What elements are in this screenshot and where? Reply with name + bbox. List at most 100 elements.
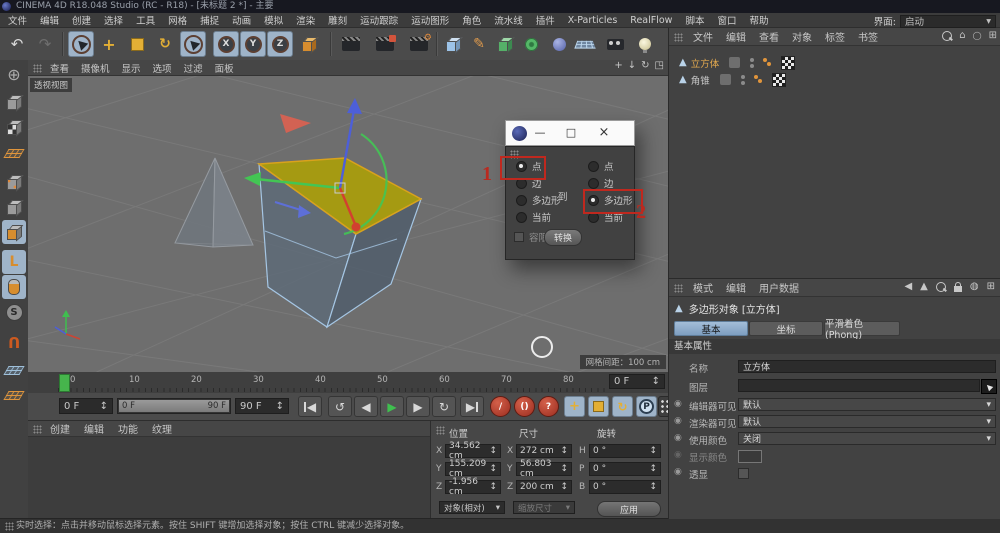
polygons-mode-button[interactable] (2, 220, 26, 244)
size-z-field[interactable]: 200 cm↕ (516, 480, 572, 494)
layer-field[interactable] (738, 379, 980, 392)
vp-menu-view[interactable]: 查看 (50, 61, 69, 75)
mat-menu-texture[interactable]: 纹理 (152, 421, 172, 436)
interface-dropdown[interactable]: 启动 ▾ (900, 15, 996, 28)
size-x-field[interactable]: 272 cm↕ (516, 444, 572, 458)
attr-menu-edit[interactable]: 编辑 (726, 280, 746, 295)
view-label[interactable]: 透视视图 (30, 78, 72, 92)
goto-prev-key-button[interactable]: ↺ (328, 396, 352, 417)
menu-sculpt[interactable]: 雕刻 (328, 13, 347, 27)
dolly-view-icon[interactable]: ↓ (628, 60, 636, 71)
menu-script[interactable]: 脚本 (685, 13, 704, 27)
menu-character[interactable]: 角色 (462, 13, 481, 27)
primitive-cube-button[interactable] (440, 31, 466, 57)
environment-button[interactable] (546, 31, 572, 57)
om-menu-tags[interactable]: 标签 (825, 29, 845, 44)
workplane-grid-button[interactable] (2, 358, 26, 382)
home-icon[interactable]: ⌂ (959, 30, 965, 41)
om-menu-file[interactable]: 文件 (693, 29, 713, 44)
om-menu-edit[interactable]: 编辑 (726, 29, 746, 44)
panel-drag-handle[interactable] (33, 425, 42, 434)
pyramid-object[interactable] (175, 158, 253, 247)
filter-eye-icon[interactable]: ◯ (973, 31, 982, 40)
tab-coordinates[interactable]: 坐标 (749, 321, 823, 336)
size-y-field[interactable]: 56.803 cm↕ (516, 462, 572, 476)
selection-tag-icon[interactable] (762, 57, 773, 68)
last-used-tool[interactable] (180, 31, 206, 57)
rot-p-field[interactable]: 0 °↕ (589, 462, 661, 476)
mat-menu-function[interactable]: 功能 (118, 421, 138, 436)
render-visible-dropdown[interactable]: 默认▾ (738, 415, 996, 428)
anim-dot-icon[interactable]: ◉ (674, 433, 682, 443)
anim-dot-icon[interactable]: ◉ (674, 416, 682, 426)
render-view-button[interactable] (338, 31, 364, 57)
layer-picker-button[interactable] (981, 379, 997, 394)
render-picture-viewer-button[interactable] (372, 31, 398, 57)
snap-button[interactable]: S (2, 300, 26, 324)
menu-simulate[interactable]: 模拟 (264, 13, 283, 27)
key-parameter-toggle[interactable]: P (636, 396, 657, 417)
texture-mode-button[interactable] (2, 115, 26, 139)
goto-start-button[interactable]: ◀ (298, 396, 322, 417)
timeline-playhead[interactable] (59, 374, 70, 392)
render-settings-button[interactable]: ⚙ (406, 31, 432, 57)
menu-motion-tracker[interactable]: 运动跟踪 (360, 13, 398, 27)
object-name[interactable]: 角锥 (691, 73, 710, 87)
end-frame-field[interactable]: 90 F↕ (235, 398, 289, 414)
keyframe-selection-button[interactable]: ? (538, 396, 559, 417)
maximize-button[interactable]: □ (553, 120, 589, 146)
texture-tag-icon[interactable] (772, 73, 786, 87)
vp-menu-camera[interactable]: 摄像机 (81, 61, 110, 75)
pan-view-icon[interactable]: + (614, 60, 622, 71)
menu-file[interactable]: 文件 (8, 13, 27, 27)
lock-icon[interactable] (954, 286, 962, 292)
play-button[interactable]: ▶ (380, 396, 404, 417)
goto-end-button[interactable]: ▶ (460, 396, 484, 417)
menu-tools[interactable]: 工具 (136, 13, 155, 27)
selection-tag-icon[interactable] (753, 74, 764, 85)
toggle-view-icon[interactable]: ◳ (655, 60, 664, 71)
current-frame-field[interactable]: 0 F↕ (59, 398, 113, 414)
expand-panel-icon[interactable]: ⊞ (987, 281, 995, 292)
anim-dot-icon[interactable]: ◉ (674, 467, 682, 477)
apply-button[interactable]: 应用 (597, 501, 661, 517)
radio-to-points[interactable]: 点 (588, 159, 614, 173)
om-menu-object[interactable]: 对象 (792, 29, 812, 44)
preview-range-slider[interactable]: 0 F 90 F (117, 398, 231, 414)
magnet-snap-button[interactable]: U (2, 330, 26, 354)
menu-animate[interactable]: 动画 (232, 13, 251, 27)
vp-menu-options[interactable]: 选项 (153, 61, 172, 75)
record-keyframe-button[interactable]: / (490, 396, 511, 417)
prev-frame-button[interactable]: ◀ (354, 396, 378, 417)
object-name[interactable]: 立方体 (691, 56, 720, 70)
object-row-pyramid[interactable]: ▲ 角锥 (679, 72, 786, 87)
move-tool[interactable]: + (96, 31, 122, 57)
history-back-icon[interactable]: ◀ (904, 281, 912, 292)
menu-pipeline[interactable]: 流水线 (494, 13, 523, 27)
deformers-button[interactable] (518, 31, 544, 57)
workplane-lock-button[interactable] (2, 383, 26, 407)
redo-button[interactable]: ↷ (32, 31, 58, 57)
x-axis-lock[interactable]: X (213, 31, 239, 57)
section-basic-properties[interactable]: 基本属性 (669, 339, 1000, 354)
rot-h-field[interactable]: 0 °↕ (589, 444, 661, 458)
panel-drag-handle[interactable] (674, 284, 683, 293)
attr-menu-userdata[interactable]: 用户数据 (759, 280, 799, 295)
live-selection-tool[interactable] (68, 31, 94, 57)
goto-next-key-button[interactable]: ↻ (432, 396, 456, 417)
menu-realflow[interactable]: RealFlow (630, 15, 672, 26)
pos-z-field[interactable]: -1.956 cm↕ (445, 480, 501, 494)
rotate-view-icon[interactable]: ↻ (641, 60, 649, 71)
expand-panel-icon[interactable]: ⊞ (989, 30, 997, 41)
menu-mesh[interactable]: 网格 (168, 13, 187, 27)
menu-create[interactable]: 创建 (72, 13, 91, 27)
pos-x-field[interactable]: 34.562 cm↕ (445, 444, 501, 458)
xray-checkbox[interactable] (738, 468, 749, 479)
texture-tag-icon[interactable] (781, 56, 795, 70)
pos-y-field[interactable]: 155.209 cm↕ (445, 462, 501, 476)
light-button[interactable] (632, 31, 658, 57)
enable-axis-button[interactable]: L (2, 250, 26, 274)
panel-drag-handle[interactable] (33, 64, 42, 73)
range-thumb[interactable]: 0 F 90 F (119, 400, 229, 412)
history-forward-icon[interactable]: ▲ (920, 281, 928, 292)
